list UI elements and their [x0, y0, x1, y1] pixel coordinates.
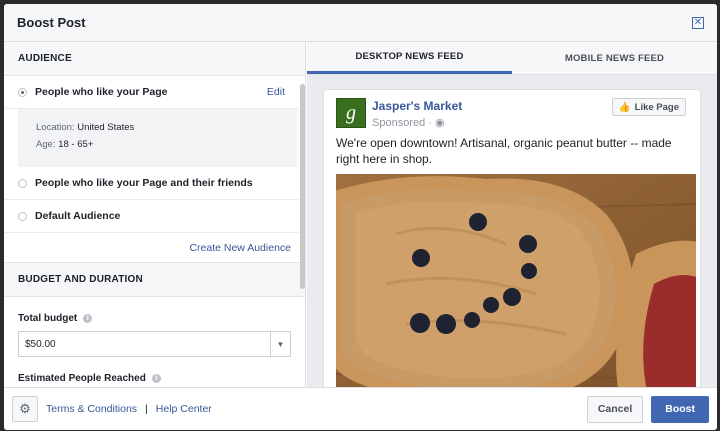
- page-name-link[interactable]: Jasper's Market: [372, 99, 462, 113]
- post-text: We're open downtown! Artisanal, organic …: [336, 136, 672, 166]
- footer-separator: |: [145, 403, 148, 415]
- tab-mobile-news-feed[interactable]: MOBILE NEWS FEED: [512, 42, 717, 74]
- total-budget-label-row: Total budget i: [4, 305, 305, 331]
- boost-button[interactable]: Boost: [651, 395, 709, 423]
- tab-desktop-news-feed[interactable]: DESKTOP NEWS FEED: [307, 42, 512, 74]
- globe-icon: ◉: [435, 117, 445, 129]
- audience-option-default[interactable]: Default Audience: [4, 200, 299, 233]
- create-audience-row: Create New Audience: [4, 233, 305, 263]
- radio-unselected-icon[interactable]: [18, 211, 27, 221]
- location-label: Location:: [36, 122, 75, 133]
- info-icon[interactable]: i: [151, 373, 161, 383]
- total-budget-label: Total budget: [18, 312, 78, 324]
- audience-option-label: People who like your Page: [35, 86, 168, 98]
- thumbs-up-icon: 👍: [618, 101, 631, 113]
- info-icon[interactable]: i: [83, 313, 93, 323]
- edit-audience-link[interactable]: Edit: [267, 86, 285, 98]
- gear-icon[interactable]: ⚙: [12, 396, 38, 422]
- audience-section-header: AUDIENCE: [4, 42, 305, 76]
- audience-option-label: Default Audience: [35, 210, 121, 222]
- dialog-title: Boost Post: [17, 15, 86, 30]
- age-value: 18 - 65+: [58, 139, 94, 150]
- boost-post-dialog: Boost Post ✕ AUDIENCE People who like yo…: [4, 4, 717, 430]
- settings-panel: AUDIENCE People who like your Page Edit …: [4, 42, 306, 387]
- close-icon[interactable]: ✕: [692, 16, 704, 29]
- audience-details: Location: United States Age: 18 - 65+: [18, 109, 297, 167]
- dialog-footer: ⚙ Terms & Conditions | Help Center Cance…: [4, 387, 717, 430]
- radio-selected-icon[interactable]: [18, 87, 27, 97]
- budget-section-header: BUDGET AND DURATION: [4, 263, 305, 297]
- create-new-audience-link[interactable]: Create New Audience: [189, 242, 291, 254]
- help-center-link[interactable]: Help Center: [156, 403, 212, 415]
- post-preview-area: g Jasper's Market Sponsored · ◉ 👍 Like P…: [307, 75, 717, 387]
- estimated-reach-label-row: Estimated People Reached i: [4, 365, 305, 387]
- post-photo: [336, 174, 696, 387]
- total-budget-select[interactable]: $50.00 ▼: [18, 331, 291, 357]
- audience-option-friends[interactable]: People who like your Page and their frie…: [4, 167, 299, 200]
- sponsored-label: Sponsored · ◉: [372, 116, 445, 129]
- post-card: g Jasper's Market Sponsored · ◉ 👍 Like P…: [323, 89, 701, 387]
- dialog-header: Boost Post ✕: [4, 4, 717, 42]
- location-value: United States: [77, 122, 135, 133]
- sponsored-text: Sponsored ·: [372, 117, 432, 129]
- scrollbar-thumb[interactable]: [300, 84, 305, 289]
- radio-unselected-icon[interactable]: [18, 178, 27, 188]
- age-label: Age:: [36, 139, 56, 150]
- estimated-reach-label: Estimated People Reached: [18, 372, 146, 384]
- peanut-butter-toast-image: [336, 174, 696, 387]
- total-budget-value: $50.00: [25, 338, 56, 350]
- terms-link[interactable]: Terms & Conditions: [46, 403, 137, 415]
- cancel-button[interactable]: Cancel: [586, 395, 644, 423]
- audience-option-page-likers[interactable]: People who like your Page Edit: [4, 76, 299, 109]
- chevron-down-icon[interactable]: ▼: [270, 332, 290, 356]
- like-page-button[interactable]: 👍 Like Page: [611, 98, 686, 116]
- page-logo: g: [336, 98, 366, 128]
- audience-option-label: People who like your Page and their frie…: [35, 177, 253, 189]
- preview-tabs: DESKTOP NEWS FEED MOBILE NEWS FEED: [307, 42, 717, 75]
- like-page-label: Like Page: [634, 101, 679, 113]
